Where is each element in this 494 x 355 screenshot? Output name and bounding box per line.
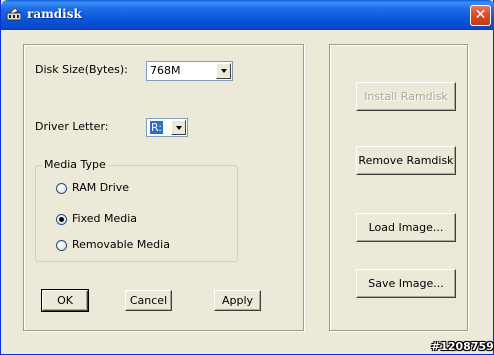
- driver-letter-label: Driver Letter:: [35, 120, 109, 133]
- radio-ram-drive[interactable]: [56, 183, 67, 194]
- watermark-text: #1208759: [431, 340, 494, 353]
- chevron-down-icon[interactable]: [171, 120, 186, 135]
- radio-label-removable-media[interactable]: Removable Media: [72, 238, 170, 251]
- close-icon: ✕: [474, 7, 487, 23]
- ramdisk-window: ramdisk ✕ Disk Size(Bytes): 768M Driver …: [0, 0, 494, 355]
- disk-size-label: Disk Size(Bytes):: [35, 63, 128, 76]
- radio-label-ram-drive[interactable]: RAM Drive: [72, 181, 129, 194]
- radio-removable-media[interactable]: [56, 240, 67, 251]
- close-button[interactable]: ✕: [470, 5, 491, 26]
- ok-button[interactable]: OK: [41, 289, 89, 312]
- ramdisk-app-icon: [6, 7, 22, 23]
- radio-label-fixed-media[interactable]: Fixed Media: [72, 212, 137, 225]
- save-image-button[interactable]: Save Image...: [356, 269, 456, 298]
- remove-ramdisk-button[interactable]: Remove Ramdisk: [356, 146, 456, 175]
- radio-fixed-media[interactable]: [56, 214, 67, 225]
- driver-letter-select[interactable]: R:: [146, 118, 188, 137]
- install-ramdisk-button[interactable]: Install Ramdisk: [356, 82, 456, 111]
- title-bar[interactable]: ramdisk ✕: [1, 0, 494, 30]
- load-image-button[interactable]: Load Image...: [356, 213, 456, 242]
- apply-button[interactable]: Apply: [214, 290, 261, 311]
- disk-size-value: 768M: [150, 64, 181, 77]
- chevron-down-icon[interactable]: [216, 63, 231, 79]
- disk-size-select[interactable]: 768M: [146, 61, 233, 81]
- cancel-button[interactable]: Cancel: [125, 290, 172, 311]
- window-title: ramdisk: [27, 7, 82, 21]
- driver-letter-value: R:: [150, 121, 164, 134]
- media-type-title: Media Type: [42, 158, 108, 171]
